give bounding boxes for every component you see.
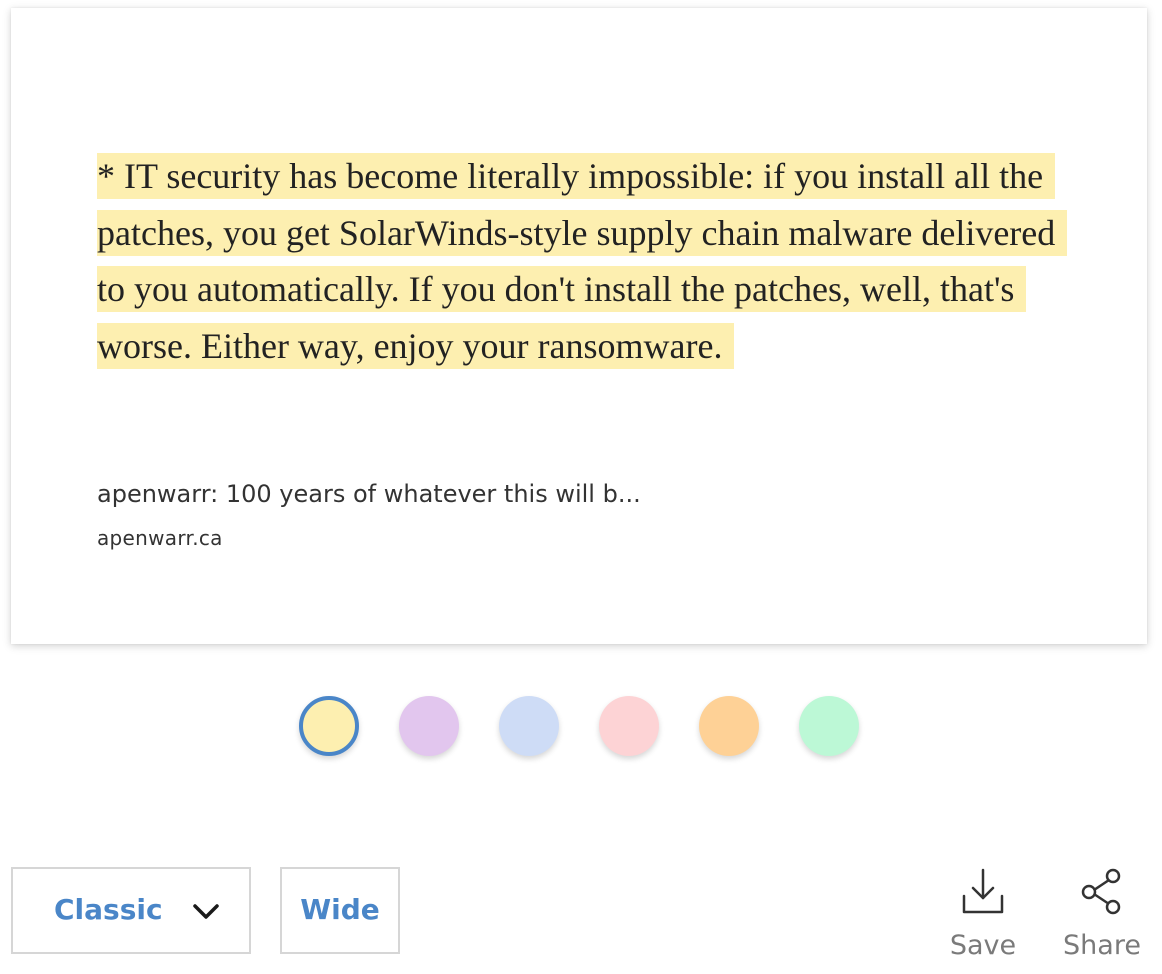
color-swatch-yellow[interactable] — [299, 696, 359, 756]
chevron-down-icon — [193, 904, 219, 919]
quote-card: * IT security has become literally impos… — [11, 8, 1147, 644]
share-button[interactable]: Share — [1052, 866, 1152, 966]
source-domain: apenwarr.ca — [97, 526, 223, 550]
highlighted-quote: * IT security has become literally impos… — [97, 153, 1068, 369]
color-swatch-green[interactable] — [799, 696, 859, 756]
download-icon — [962, 868, 1004, 914]
share-icon — [1081, 868, 1121, 915]
quote-text: * IT security has become literally impos… — [97, 148, 1068, 374]
color-swatch-orange[interactable] — [699, 696, 759, 756]
color-swatch-purple[interactable] — [399, 696, 459, 756]
style-dropdown[interactable]: Classic — [11, 867, 251, 954]
save-button[interactable]: Save — [933, 866, 1033, 966]
style-dropdown-label: Classic — [54, 893, 163, 926]
color-swatch-blue[interactable] — [499, 696, 559, 756]
share-label: Share — [1063, 930, 1141, 961]
save-label: Save — [949, 930, 1017, 961]
color-swatch-pink[interactable] — [599, 696, 659, 756]
wide-layout-label: Wide — [300, 893, 380, 926]
source-title: apenwarr: 100 years of whatever this wil… — [97, 480, 641, 508]
wide-layout-button[interactable]: Wide — [280, 867, 400, 954]
